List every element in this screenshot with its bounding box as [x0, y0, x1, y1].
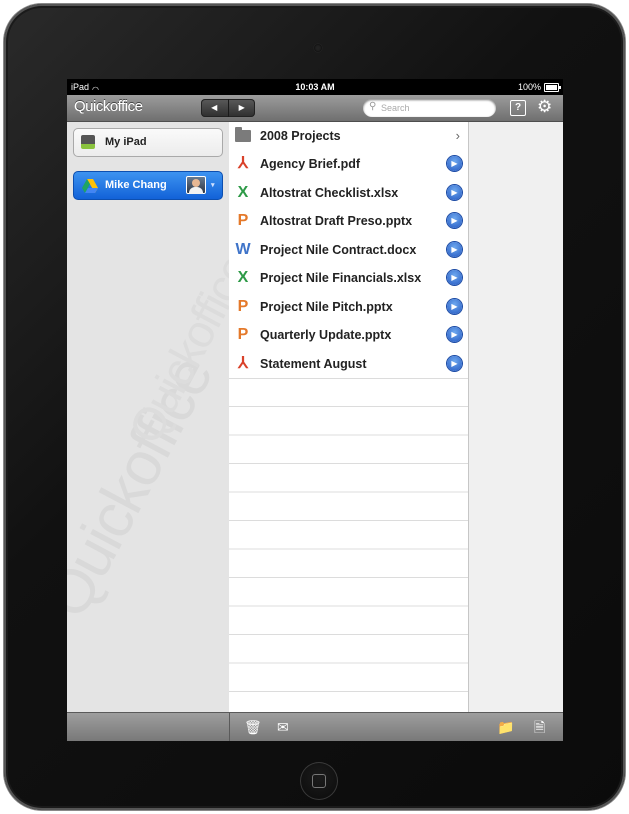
status-bar: iPad ◠ 10:03 AM 100% — [67, 79, 563, 95]
search-icon: ⚲ — [369, 101, 377, 112]
file-row[interactable]: P Altostrat Draft Preso.pptx ▶ — [229, 207, 468, 237]
pptx-file-icon: P — [237, 297, 249, 315]
detail-disclosure-icon[interactable]: ▶ — [447, 184, 462, 200]
home-button[interactable] — [300, 762, 338, 800]
sidebar-item-google-drive[interactable]: Mike Chang ▾ — [73, 171, 223, 200]
pdf-file-icon: ⅄ — [238, 155, 248, 173]
sidebar-item-label: Mike Chang — [105, 179, 167, 191]
detail-disclosure-icon[interactable]: ▶ — [447, 355, 462, 371]
file-name: Statement August — [260, 356, 367, 371]
docx-file-icon: W — [235, 240, 251, 258]
screen: iPad ◠ 10:03 AM 100% Quickoffice ◀ ▶ ⚲ ?… — [67, 79, 563, 741]
file-list: 2008 Projects › ⅄ Agency Brief.pdf ▶ X Altostr… — [229, 122, 469, 712]
battery-percent: 100% — [517, 82, 541, 92]
file-row[interactable]: X Project Nile Financials.xlsx ▶ — [229, 264, 468, 294]
bottom-divider — [229, 713, 230, 741]
new-folder-icon[interactable]: 📁 — [497, 718, 514, 736]
file-name: Project Nile Contract.docx — [260, 242, 417, 257]
detail-disclosure-icon[interactable]: ▶ — [447, 270, 462, 286]
status-time: 10:03 AM — [295, 82, 335, 92]
pptx-file-icon: P — [237, 326, 249, 344]
sidebar-item-my-ipad[interactable]: My iPad — [73, 128, 223, 157]
chevron-right-icon: › — [455, 128, 460, 143]
file-row[interactable]: W Project Nile Contract.docx ▶ — [229, 235, 468, 266]
file-row[interactable]: P Quarterly Update.pptx ▶ — [229, 321, 468, 351]
chevron-down-icon[interactable]: ▾ — [211, 172, 215, 199]
detail-disclosure-icon[interactable]: ▶ — [447, 241, 462, 257]
xlsx-file-icon: X — [237, 183, 249, 201]
preview-pane — [469, 122, 563, 712]
locations-sidebar: Quickoffice Quickoffice My iPad Mike Cha… — [67, 122, 230, 712]
pdf-file-icon: ⅄ — [238, 354, 248, 372]
mail-icon[interactable]: ✉ — [277, 718, 289, 736]
file-row[interactable]: 2008 Projects › — [229, 122, 468, 152]
hard-drive-icon — [81, 135, 95, 149]
help-icon[interactable]: ? — [510, 100, 526, 116]
trash-icon[interactable]: 🗑 — [244, 718, 262, 736]
file-row[interactable]: P Project Nile Pitch.pptx ▶ — [229, 292, 468, 323]
file-name: Project Nile Financials.xlsx — [260, 271, 422, 286]
file-name: Altostrat Checklist.xlsx — [260, 185, 399, 200]
camera — [314, 44, 322, 52]
avatar — [186, 176, 206, 194]
detail-disclosure-icon[interactable]: ▶ — [447, 213, 462, 229]
home-square-icon — [312, 774, 326, 788]
sidebar-item-label: My iPad — [105, 136, 147, 148]
search-box[interactable]: ⚲ — [363, 99, 496, 117]
nav-buttons: ◀ ▶ — [201, 99, 255, 117]
gear-icon[interactable]: ⚙ — [537, 97, 552, 117]
bottom-toolbar: 🗑 ✉ 📁 🗎 — [67, 712, 563, 741]
watermark-logo-2: Quickoffice — [118, 246, 230, 452]
file-row[interactable]: ⅄ Agency Brief.pdf ▶ — [229, 150, 468, 180]
detail-disclosure-icon[interactable]: ▶ — [447, 327, 462, 343]
file-name: 2008 Projects — [260, 129, 341, 143]
google-drive-icon — [82, 179, 98, 193]
file-name: Project Nile Pitch.pptx — [260, 299, 393, 314]
top-toolbar: Quickoffice ◀ ▶ ⚲ ? ⚙ — [67, 95, 563, 122]
xlsx-file-icon: X — [237, 269, 249, 287]
battery-icon — [544, 83, 561, 92]
detail-disclosure-icon[interactable]: ▶ — [447, 156, 462, 172]
file-name: Altostrat Draft Preso.pptx — [260, 214, 413, 229]
file-row[interactable]: X Altostrat Checklist.xlsx ▶ — [229, 178, 468, 209]
folder-icon — [235, 127, 251, 142]
file-name: Quarterly Update.pptx — [260, 328, 392, 343]
file-row[interactable]: ⅄ Statement August ▶ — [229, 349, 468, 379]
search-input[interactable] — [381, 99, 491, 117]
app-title: Quickoffice — [74, 98, 143, 115]
file-name: Agency Brief.pdf — [260, 157, 361, 172]
pptx-file-icon: P — [237, 212, 249, 230]
detail-disclosure-icon[interactable]: ▶ — [447, 298, 462, 314]
new-file-icon[interactable]: 🗎 — [534, 718, 545, 736]
forward-button[interactable]: ▶ — [229, 99, 256, 117]
back-button[interactable]: ◀ — [201, 99, 229, 117]
